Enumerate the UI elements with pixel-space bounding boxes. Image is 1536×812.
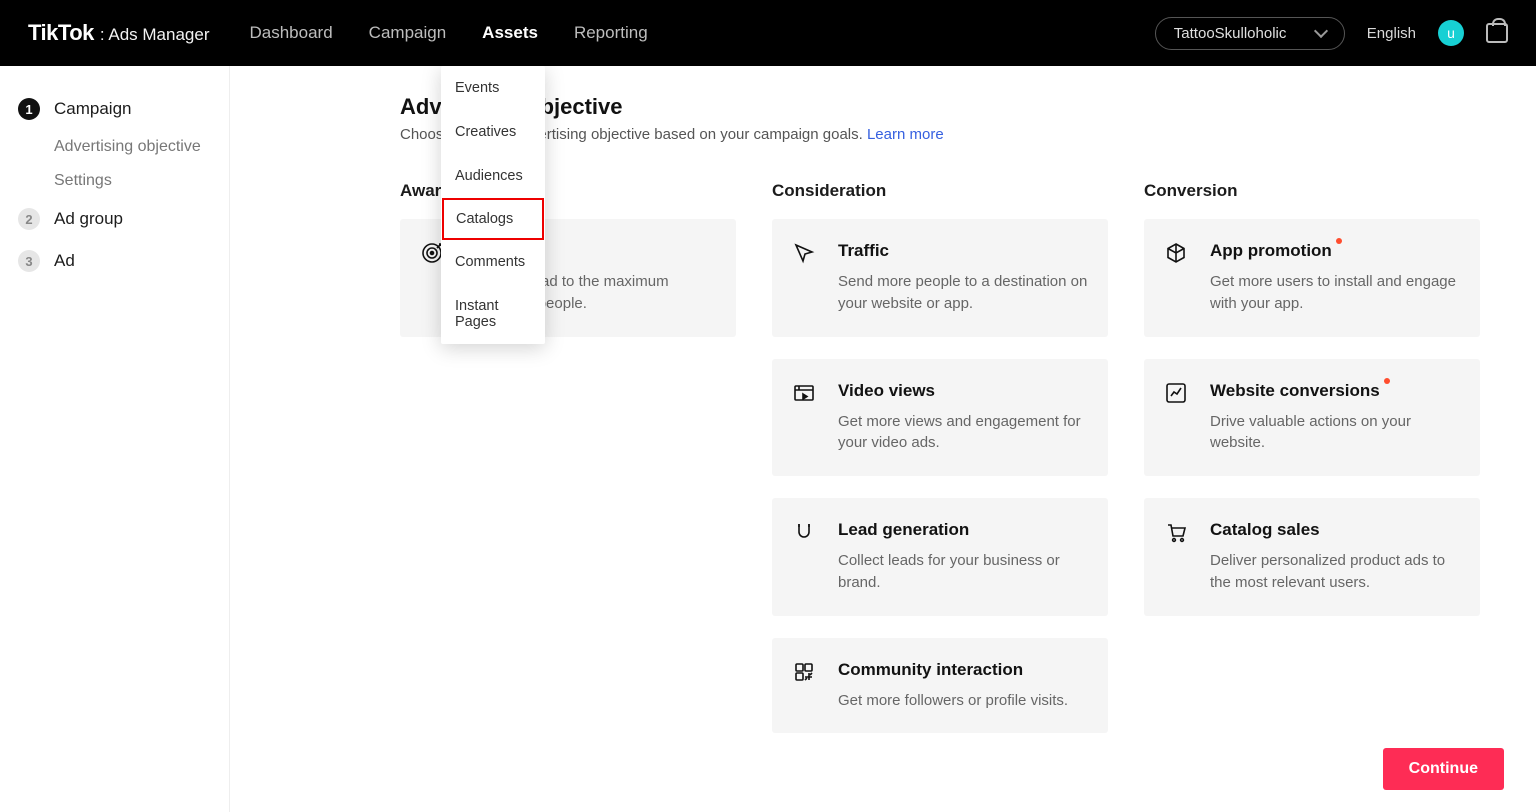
card-catalog-sales[interactable]: Catalog sales Deliver personalized produc… [1144, 498, 1480, 616]
assets-dropdown: Events Creatives Audiences Catalogs Comm… [441, 66, 545, 344]
card-community-interaction[interactable]: Community interaction Get more followers … [772, 638, 1108, 734]
card-traffic[interactable]: Traffic Send more people to a destination… [772, 219, 1108, 337]
language-selector[interactable]: English [1367, 25, 1416, 42]
top-nav: Dashboard Campaign Assets Reporting [250, 23, 648, 43]
brand-tiktok: TikTok [28, 20, 94, 46]
nav-reporting[interactable]: Reporting [574, 23, 648, 43]
sidebar: 1 Campaign Advertising objective Setting… [0, 66, 230, 812]
sub-settings[interactable]: Settings [18, 164, 211, 198]
nav-campaign[interactable]: Campaign [369, 23, 447, 43]
continue-button[interactable]: Continue [1383, 748, 1504, 790]
step-label: Ad [54, 251, 75, 271]
dd-audiences[interactable]: Audiences [441, 154, 545, 198]
learn-more-link[interactable]: Learn more [867, 126, 944, 143]
card-title: Traffic [838, 241, 889, 261]
step-badge-2: 2 [18, 208, 40, 230]
community-icon [792, 660, 820, 712]
trend-up-icon [1164, 381, 1192, 455]
objective-columns: Awareness Reach Show your ad to the maxi… [400, 181, 1480, 755]
account-selector[interactable]: TattooSkulloholic [1155, 17, 1345, 50]
card-desc: Deliver personalized product ads to the … [1210, 550, 1460, 594]
layout: 1 Campaign Advertising objective Setting… [0, 66, 1536, 812]
video-icon [792, 381, 820, 455]
card-video-views[interactable]: Video views Get more views and engagement… [772, 359, 1108, 477]
briefcase-icon[interactable] [1486, 23, 1508, 43]
card-title: Video views [838, 381, 935, 401]
brand[interactable]: TikTok : Ads Manager [28, 20, 210, 46]
card-desc: Get more followers or profile visits. [838, 690, 1088, 712]
nav-dashboard[interactable]: Dashboard [250, 23, 333, 43]
col-consideration: Consideration Traffic Send more people to… [772, 181, 1108, 755]
dd-comments[interactable]: Comments [441, 240, 545, 284]
dd-creatives[interactable]: Creatives [441, 110, 545, 154]
step-ad[interactable]: 3 Ad [18, 240, 211, 282]
card-title: Lead generation [838, 520, 969, 540]
page-subtitle: Choose the right advertising objective b… [400, 126, 1480, 143]
page-title: Advertising objective [400, 94, 1480, 120]
col-conversion: Conversion App promotion Get more users t… [1144, 181, 1480, 755]
card-desc: Get more users to install and engage wit… [1210, 271, 1460, 315]
cart-icon [1164, 520, 1192, 594]
col-title-conversion: Conversion [1144, 181, 1480, 201]
card-app-promotion[interactable]: App promotion Get more users to install a… [1144, 219, 1480, 337]
card-title: App promotion [1210, 241, 1332, 261]
card-title: Community interaction [838, 660, 1023, 680]
step-badge-3: 3 [18, 250, 40, 272]
card-desc: Collect leads for your business or brand… [838, 550, 1088, 594]
dd-instant-pages[interactable]: Instant Pages [441, 284, 545, 344]
top-right: TattooSkulloholic English u [1155, 17, 1508, 50]
topbar: TikTok : Ads Manager Dashboard Campaign … [0, 0, 1536, 66]
dd-catalogs[interactable]: Catalogs [442, 198, 544, 240]
card-desc: Send more people to a destination on you… [838, 271, 1088, 315]
magnet-icon [792, 520, 820, 594]
dd-events[interactable]: Events [441, 66, 545, 110]
cursor-icon [792, 241, 820, 315]
card-title: Website conversions [1210, 381, 1380, 401]
sub-objective[interactable]: Advertising objective [18, 130, 211, 164]
brand-ads-manager: : Ads Manager [100, 25, 210, 45]
card-lead-generation[interactable]: Lead generation Collect leads for your bu… [772, 498, 1108, 616]
chevron-down-icon [1314, 24, 1328, 38]
step-label: Campaign [54, 99, 132, 119]
content: Advertising objective Choose the right a… [230, 66, 1536, 812]
card-title: Catalog sales [1210, 520, 1320, 540]
card-website-conversions[interactable]: Website conversions Drive valuable action… [1144, 359, 1480, 477]
nav-assets[interactable]: Assets [482, 23, 538, 43]
account-name: TattooSkulloholic [1174, 25, 1287, 42]
step-badge-1: 1 [18, 98, 40, 120]
avatar[interactable]: u [1438, 20, 1464, 46]
card-desc: Get more views and engagement for your v… [838, 411, 1088, 455]
step-label: Ad group [54, 209, 123, 229]
step-campaign[interactable]: 1 Campaign [18, 88, 211, 130]
step-ad-group[interactable]: 2 Ad group [18, 198, 211, 240]
col-title-consideration: Consideration [772, 181, 1108, 201]
cube-icon [1164, 241, 1192, 315]
card-desc: Drive valuable actions on your website. [1210, 411, 1460, 455]
